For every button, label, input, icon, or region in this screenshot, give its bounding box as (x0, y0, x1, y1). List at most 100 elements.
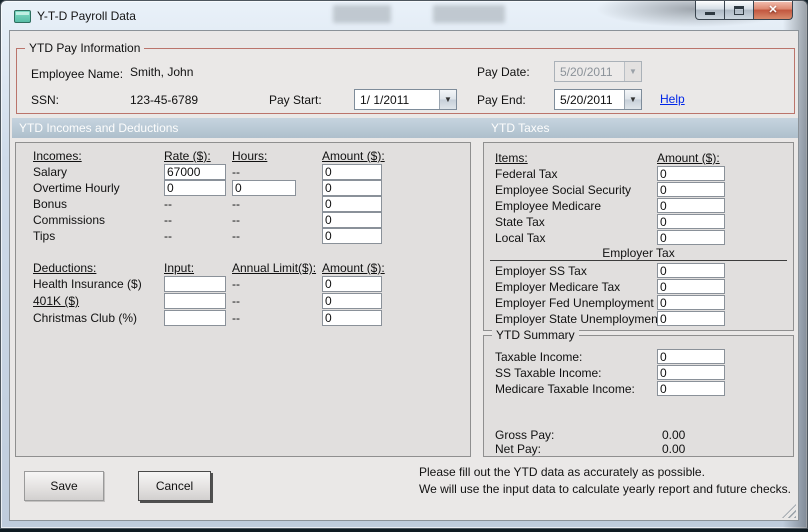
tax-row-label: Employee Medicare (495, 199, 602, 213)
income-row-label: Overtime Hourly (33, 181, 120, 195)
incomes-deductions-panel: Incomes: Rate ($): Hours: Amount ($): Sa… (15, 142, 471, 457)
maximize-icon (734, 5, 744, 15)
employee-ss-input[interactable] (657, 182, 725, 197)
tax-row-label: Local Tax (495, 231, 546, 245)
annual-limit-col-header: Annual Limit($): (232, 261, 317, 275)
commissions-rate-dash: -- (164, 213, 172, 227)
close-icon: ✕ (768, 3, 778, 16)
overtime-hours-input[interactable] (232, 180, 296, 196)
salary-rate-input[interactable] (164, 164, 226, 180)
ssn-value: 123-45-6789 (130, 93, 199, 107)
ss-taxable-income-input[interactable] (657, 365, 725, 380)
pay-date-value: 5/20/2011 (560, 64, 613, 79)
title-bar[interactable]: Y-T-D Payroll Data ✕ (1, 1, 807, 30)
summary-row-label: Taxable Income: (495, 350, 583, 364)
cancel-button[interactable]: Cancel (138, 471, 211, 501)
401k-input[interactable] (164, 293, 226, 309)
tips-rate-dash: -- (164, 229, 172, 243)
overtime-rate-input[interactable] (164, 180, 226, 196)
401k-limit-dash: -- (232, 294, 240, 308)
overtime-amount-input[interactable] (322, 180, 382, 196)
caption-buttons: ✕ (695, 1, 793, 20)
ssn-label: SSN: (31, 93, 60, 107)
employer-tax-divider (490, 260, 787, 261)
pay-date-label: Pay Date: (477, 65, 530, 79)
tax-row-label: Employer State Unemployment (495, 312, 662, 326)
minimize-button[interactable] (695, 1, 725, 20)
pay-start-combobox[interactable]: 1/ 1/2011 ▼ (354, 89, 457, 110)
employee-name-label: Employee Name: (31, 67, 124, 81)
gross-pay-label: Gross Pay: (495, 428, 555, 442)
glass-artifact (433, 5, 505, 23)
taxes-section-header: YTD Taxes (491, 121, 550, 135)
save-button[interactable]: Save (24, 471, 104, 501)
employee-name-value: Smith, John (130, 65, 194, 79)
amount-col-header: Amount ($): (322, 149, 385, 163)
tax-amount-col-header: Amount ($): (657, 151, 720, 165)
ytd-summary-panel: YTD Summary Taxable Income: SS Taxable I… (483, 328, 794, 457)
chevron-down-icon[interactable]: ▼ (624, 90, 641, 109)
employer-tax-header: Employer Tax (602, 246, 675, 260)
pay-start-value: 1/ 1/2011 (360, 92, 410, 107)
taxes-panel: Items: Amount ($): Federal Tax Employee … (483, 142, 794, 331)
employer-ss-input[interactable] (657, 263, 725, 278)
pay-info-group-title: YTD Pay Information (25, 41, 145, 55)
income-row-label: Bonus (33, 197, 68, 211)
tax-row-label: Employee Social Security (495, 183, 632, 197)
taxable-income-input[interactable] (657, 349, 725, 364)
pay-info-groupbox: YTD Pay Information Employee Name: Smith… (16, 41, 795, 114)
commissions-amount-input[interactable] (322, 212, 382, 228)
employer-state-unemployment-input[interactable] (657, 311, 725, 326)
ytd-summary-title: YTD Summary (492, 328, 579, 342)
rate-col-header: Rate ($): (164, 149, 211, 163)
employee-medicare-input[interactable] (657, 198, 725, 213)
bonus-amount-input[interactable] (322, 196, 382, 212)
deduction-row-label: Health Insurance ($) (33, 277, 142, 291)
pay-start-label: Pay Start: (269, 93, 322, 107)
tax-row-label: State Tax (495, 215, 545, 229)
medicare-taxable-income-input[interactable] (657, 381, 725, 396)
pay-end-combobox[interactable]: 5/20/2011 ▼ (554, 89, 642, 110)
deductions-col-header: Deductions: (33, 261, 97, 275)
footer-note-line2: We will use the input data to calculate … (419, 482, 791, 496)
tax-row-label: Employer Fed Unemployment (495, 296, 654, 310)
deduction-amount-col-header: Amount ($): (322, 261, 385, 275)
chevron-down-icon: ▼ (624, 62, 641, 81)
bonus-hours-dash: -- (232, 197, 240, 211)
salary-amount-input[interactable] (322, 164, 382, 180)
deduction-row-label: Christmas Club (%) (33, 311, 138, 325)
local-tax-input[interactable] (657, 230, 725, 245)
tax-row-label: Employer Medicare Tax (495, 280, 621, 294)
commissions-hours-dash: -- (232, 213, 240, 227)
resize-grip[interactable] (782, 504, 796, 518)
deduction-row-label: 401K ($) (33, 294, 80, 308)
health-insurance-input[interactable] (164, 276, 226, 292)
employer-medicare-input[interactable] (657, 279, 725, 294)
tips-amount-input[interactable] (322, 228, 382, 244)
christmas-club-input[interactable] (164, 310, 226, 326)
close-button[interactable]: ✕ (753, 1, 793, 20)
state-tax-input[interactable] (657, 214, 725, 229)
tips-hours-dash: -- (232, 229, 240, 243)
footer-note-line1: Please fill out the YTD data as accurate… (419, 465, 705, 479)
section-header-strip: YTD Incomes and Deductions YTD Taxes (12, 118, 798, 138)
payroll-dialog-window: Y-T-D Payroll Data ✕ YTD Pay Information… (0, 0, 808, 529)
net-pay-value: 0.00 (662, 442, 686, 456)
income-row-label: Tips (33, 229, 56, 243)
dialog-client-area: YTD Pay Information Employee Name: Smith… (9, 30, 799, 521)
401k-amount-input[interactable] (322, 293, 382, 309)
maximize-button[interactable] (724, 1, 754, 20)
christmas-club-amount-input[interactable] (322, 310, 382, 326)
chevron-down-icon[interactable]: ▼ (439, 90, 456, 109)
health-insurance-amount-input[interactable] (322, 276, 382, 292)
federal-tax-input[interactable] (657, 166, 725, 181)
minimize-icon (705, 6, 715, 15)
health-insurance-limit-dash: -- (232, 277, 240, 291)
summary-row-label: SS Taxable Income: (495, 366, 602, 380)
employer-fed-unemployment-input[interactable] (657, 295, 725, 310)
net-pay-label: Net Pay: (495, 442, 542, 456)
help-link[interactable]: Help (660, 92, 685, 106)
summary-row-label: Medicare Taxable Income: (495, 382, 635, 396)
incomes-section-header: YTD Incomes and Deductions (19, 121, 179, 135)
glass-artifact (333, 5, 391, 23)
